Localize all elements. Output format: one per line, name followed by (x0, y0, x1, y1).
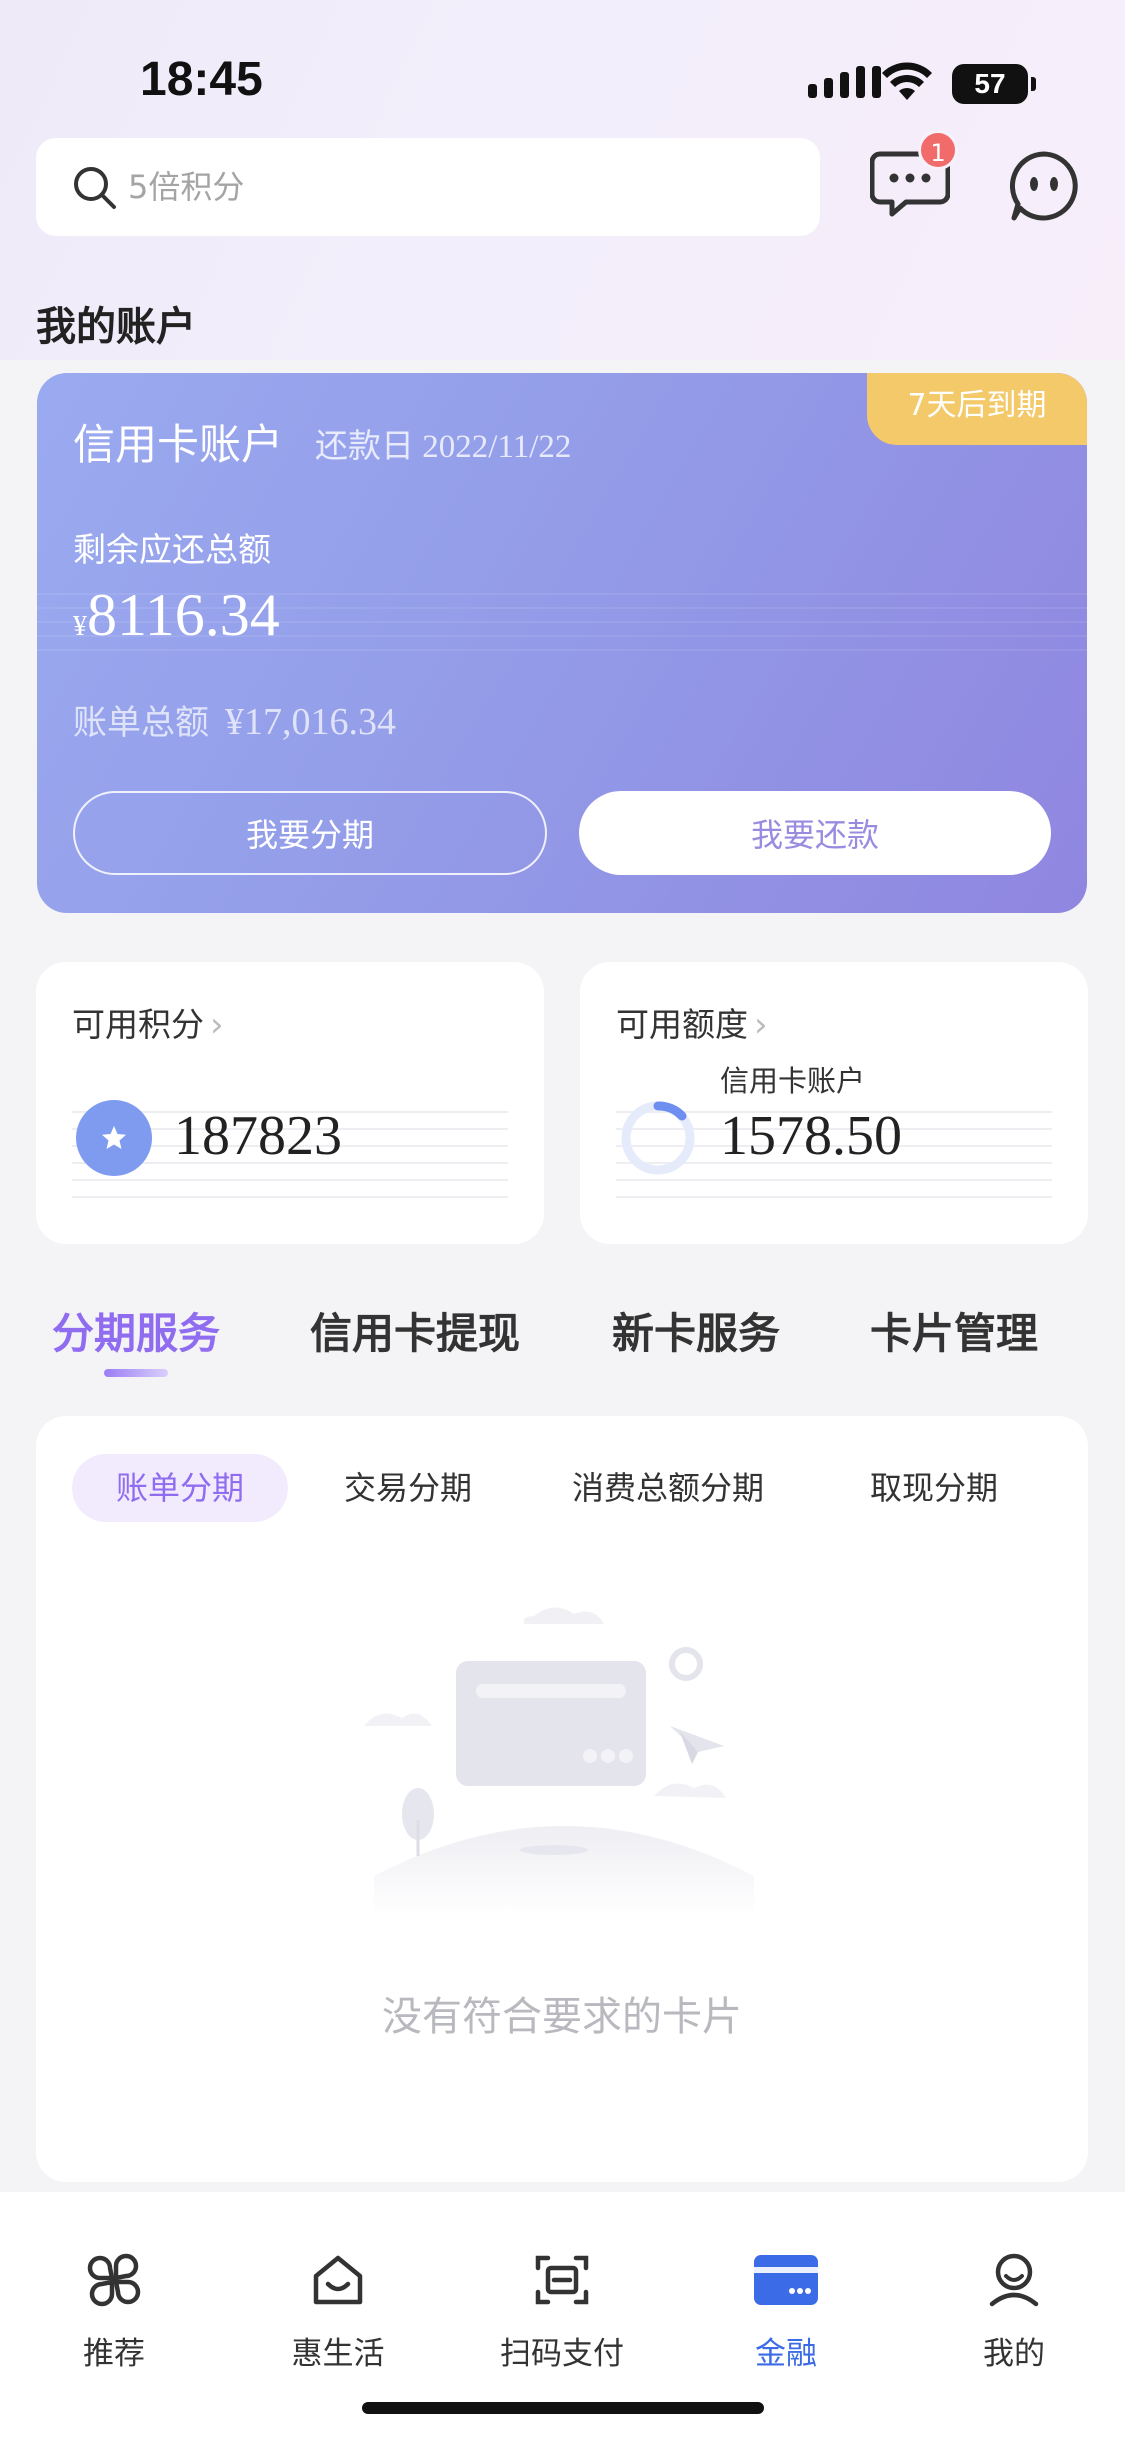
customer-service-icon[interactable] (1008, 150, 1080, 222)
bill-total-label: 账单总额 (73, 703, 209, 743)
credit-card-summary[interactable]: 7天后到期 信用卡账户 还款日 2022/11/22 剩余应还总额 ¥8116.… (37, 373, 1087, 913)
subtab-cash-installment[interactable]: 取现分期 (870, 1454, 998, 1522)
limit-value: 1578.50 (720, 1105, 902, 1167)
search-icon (74, 167, 116, 209)
due-tag: 7天后到期 (867, 373, 1087, 445)
limit-account: 信用卡账户 (720, 1064, 866, 1098)
service-tabs: 分期服务 信用卡提现 新卡服务 卡片管理 (0, 1300, 1125, 1380)
nav-label-mine: 我的 (983, 2336, 1045, 2372)
limit-ring-icon (621, 1101, 695, 1175)
nav-item-scan-pay[interactable]: 扫码支付 (482, 2248, 642, 2373)
empty-card-illustration (364, 1607, 754, 1916)
wifi-icon (882, 62, 932, 100)
points-value: 187823 (174, 1105, 342, 1167)
installment-button[interactable]: 我要分期 (73, 791, 547, 875)
tab-new-card-service[interactable]: 新卡服务 (612, 1300, 780, 1361)
limit-title: 可用额度 › (616, 1005, 768, 1045)
points-card[interactable]: 可用积分 › 187823 (36, 962, 544, 1244)
subtab-transaction-installment[interactable]: 交易分期 (344, 1454, 472, 1522)
bill-total-value: ¥17,016.34 (225, 701, 396, 743)
limit-card[interactable]: 可用额度 › 信用卡账户 1578.50 (580, 962, 1088, 1244)
star-icon (76, 1100, 152, 1176)
grid-icon (87, 2253, 141, 2307)
house-smile-icon (313, 2255, 363, 2305)
nav-item-mine[interactable]: 我的 (934, 2248, 1094, 2373)
chevron-right-icon: › (754, 1005, 768, 1045)
home-indicator[interactable] (362, 2402, 764, 2414)
empty-state-text: 没有符合要求的卡片 (382, 1994, 742, 2040)
chevron-right-icon: › (210, 1005, 224, 1045)
tab-indicator (104, 1369, 168, 1377)
subtab-total-spending-installment[interactable]: 消费总额分期 (572, 1454, 764, 1522)
tab-card-cash-withdrawal[interactable]: 信用卡提现 (310, 1300, 520, 1361)
bill-total: 账单总额 ¥17,016.34 (73, 695, 396, 744)
section-title: 我的账户 (36, 304, 196, 350)
installment-panel: 账单分期 交易分期 消费总额分期 取现分期 没有符合要求的卡片 (36, 1416, 1088, 2182)
scan-icon (535, 2255, 589, 2305)
nav-label-life: 惠生活 (291, 2336, 385, 2372)
card-icon (754, 2255, 818, 2305)
battery-icon: 57 (952, 64, 1036, 104)
cellular-signal-icon (808, 66, 881, 98)
nav-item-finance[interactable]: 金融 (706, 2248, 866, 2373)
person-icon (989, 2253, 1039, 2307)
message-badge: 1 (918, 130, 958, 170)
status-time: 18:45 (140, 53, 263, 106)
repay-button[interactable]: 我要还款 (579, 791, 1051, 875)
currency-symbol: ¥ (73, 611, 87, 642)
card-account-name: 信用卡账户 (73, 420, 284, 469)
tab-installment-service[interactable]: 分期服务 (52, 1300, 220, 1361)
nav-item-life[interactable]: 惠生活 (258, 2248, 418, 2373)
nav-label-recommend: 推荐 (83, 2336, 145, 2372)
nav-item-recommend[interactable]: 推荐 (34, 2248, 194, 2373)
points-title: 可用积分 › (72, 1005, 224, 1045)
due-date-value: 2022/11/22 (422, 429, 572, 465)
search-bar[interactable] (36, 138, 820, 236)
card-due-date: 还款日 2022/11/22 (315, 419, 571, 467)
subtab-bill-installment[interactable]: 账单分期 (72, 1454, 289, 1522)
nav-label-scan-pay: 扫码支付 (500, 2336, 624, 2372)
nav-label-finance: 金融 (755, 2336, 817, 2372)
remaining-amount: ¥8116.34 (73, 581, 280, 650)
remaining-amount-value: 8116.34 (87, 582, 280, 648)
tab-card-management[interactable]: 卡片管理 (870, 1300, 1038, 1361)
due-label: 还款日 (315, 426, 414, 465)
search-input[interactable] (128, 168, 728, 206)
remaining-label: 剩余应还总额 (73, 530, 271, 569)
